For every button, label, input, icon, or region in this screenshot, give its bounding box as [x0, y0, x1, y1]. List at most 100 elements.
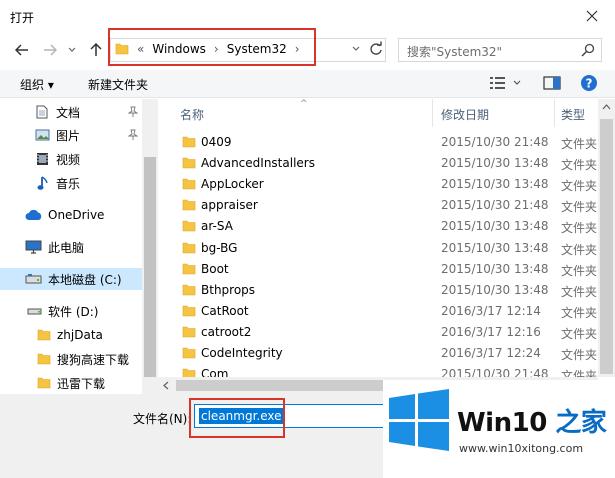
sidebar-item-zhjdata[interactable]: zhjData [0, 324, 142, 346]
sidebar-item-videos[interactable]: 视频 [0, 148, 142, 170]
picture-icon [35, 129, 50, 141]
file-type: 文件夹 [561, 263, 598, 278]
folder-icon [182, 241, 196, 258]
preview-pane-button[interactable] [543, 74, 561, 95]
sidebar-item-label: 音乐 [56, 176, 81, 191]
refresh-button[interactable] [369, 41, 383, 60]
sidebar-item-pictures[interactable]: 图片 [0, 124, 142, 146]
sidebar-item-label: 视频 [56, 152, 81, 167]
details-view-icon [490, 77, 521, 89]
folder-icon [182, 135, 196, 152]
sidebar-item-music[interactable]: 音乐 [0, 172, 142, 194]
computer-icon [25, 240, 42, 254]
search-box[interactable]: 搜索"System32" [398, 38, 602, 62]
column-header: ^ 名称 修改日期 类型 [158, 99, 598, 127]
file-type: 文件夹 [561, 179, 598, 194]
sidebar-item-onedrive[interactable]: OneDrive [0, 204, 142, 226]
column-date-header[interactable]: 修改日期 [441, 106, 489, 123]
table-row[interactable]: catroot2 2016/3/17 12:16 文件夹 [158, 322, 598, 343]
file-date: 2015/10/30 21:48 [441, 198, 549, 213]
file-type: 文件夹 [561, 326, 598, 341]
brand-main: Win10 [457, 408, 547, 438]
file-name: Bthprops [201, 282, 256, 297]
vertical-scrollbar[interactable] [598, 99, 615, 377]
close-button[interactable] [569, 0, 615, 32]
column-divider[interactable] [554, 99, 555, 127]
file-name: bg-BG [201, 240, 238, 255]
sidebar-item-this-pc[interactable]: 此电脑 [0, 236, 142, 258]
arrow-up-icon [90, 43, 102, 56]
folder-icon [37, 328, 51, 342]
command-bar: 组织 ▾ 新建文件夹 ? [0, 70, 615, 98]
column-divider[interactable] [432, 99, 433, 127]
address-highlight-box [108, 28, 316, 66]
up-button[interactable] [86, 40, 106, 60]
file-date: 2015/10/30 13:48 [441, 177, 549, 192]
sidebar-item-label: 文档 [56, 105, 81, 120]
table-row[interactable]: appraiser 2015/10/30 21:48 文件夹 [158, 195, 598, 216]
new-folder-button[interactable]: 新建文件夹 [88, 76, 148, 93]
table-row[interactable]: bg-BG 2015/10/30 13:48 文件夹 [158, 238, 598, 259]
view-options-button[interactable] [489, 74, 525, 95]
drive-icon [25, 273, 42, 285]
table-row[interactable]: CodeIntegrity 2016/3/17 12:24 文件夹 [158, 343, 598, 364]
help-button[interactable]: ? [580, 74, 598, 95]
file-name: AdvancedInstallers [201, 156, 315, 171]
table-row[interactable]: ar-SA 2015/10/30 13:48 文件夹 [158, 216, 598, 237]
file-type: 文件夹 [561, 221, 598, 236]
sidebar-scrollbar[interactable] [142, 99, 158, 394]
brand-url: www.win10xitong.com [459, 442, 584, 455]
scrollbar-thumb[interactable] [600, 119, 613, 374]
address-dropdown-button[interactable] [351, 42, 361, 59]
organize-button[interactable]: 组织 ▾ [20, 76, 54, 93]
pin-icon [127, 129, 139, 144]
file-type: 文件夹 [561, 200, 598, 215]
table-row[interactable]: Bthprops 2015/10/30 13:48 文件夹 [158, 280, 598, 301]
sidebar-item-documents[interactable]: 文档 [0, 101, 142, 123]
drive-icon [27, 306, 42, 316]
scrollbar-thumb[interactable] [144, 157, 156, 377]
file-date: 2015/10/30 13:48 [441, 240, 549, 255]
folder-icon [182, 219, 196, 236]
file-name: 0409 [201, 135, 232, 149]
arrow-right-icon [44, 44, 57, 56]
refresh-icon [370, 41, 382, 55]
table-row[interactable]: AppLocker 2015/10/30 13:48 文件夹 [158, 174, 598, 195]
sidebar-item-label: 迅雷下载 [57, 376, 106, 391]
scroll-left-icon [163, 381, 169, 390]
sidebar-item-label: 此电脑 [48, 240, 85, 255]
sidebar-item-drive-d[interactable]: 软件 (D:) [0, 300, 142, 322]
file-date: 2016/3/17 12:14 [441, 303, 541, 318]
sidebar-item-xunlei-download[interactable]: 迅雷下载 [0, 372, 142, 394]
file-name: CatRoot [201, 303, 249, 318]
music-icon [37, 175, 49, 191]
filename-label: 文件名(N): [133, 412, 192, 426]
table-row[interactable]: 0409 2015/10/30 21:48 文件夹 [158, 132, 598, 153]
table-row[interactable]: CatRoot 2016/3/17 12:14 文件夹 [158, 301, 598, 322]
sidebar-item-local-disk-c[interactable]: 本地磁盘 (C:) [0, 268, 142, 290]
table-row[interactable]: AdvancedInstallers 2015/10/30 13:48 文件夹 [158, 153, 598, 174]
file-type: 文件夹 [561, 305, 598, 320]
watermark: Win10 之家 www.win10xitong.com [383, 380, 615, 478]
onedrive-icon [25, 209, 43, 221]
document-icon [36, 105, 48, 119]
forward-button[interactable] [40, 40, 60, 60]
chevron-down-icon [352, 46, 360, 51]
brand-accent: 之家 [546, 408, 607, 438]
table-row[interactable]: Boot 2015/10/30 13:48 文件夹 [158, 259, 598, 280]
video-icon [36, 152, 49, 166]
navigation-bar: « Windows › System32 › 搜索"System32" [0, 28, 615, 66]
recent-locations-button[interactable] [62, 40, 82, 60]
file-date: 2015/10/30 13:48 [441, 156, 549, 171]
windows-logo-icon [389, 389, 449, 451]
folder-icon [37, 352, 51, 366]
chevron-down-icon [68, 47, 76, 52]
column-name-header[interactable]: 名称 [180, 106, 204, 123]
sidebar-item-label: zhjData [57, 328, 103, 342]
back-button[interactable] [12, 40, 32, 60]
folder-icon [182, 262, 196, 279]
column-type-header[interactable]: 类型 [561, 106, 585, 123]
file-date: 2015/10/30 13:48 [441, 261, 549, 276]
sidebar-item-label: 图片 [56, 128, 81, 143]
sidebar-item-sogou-download[interactable]: 搜狗高速下载 [0, 348, 142, 370]
